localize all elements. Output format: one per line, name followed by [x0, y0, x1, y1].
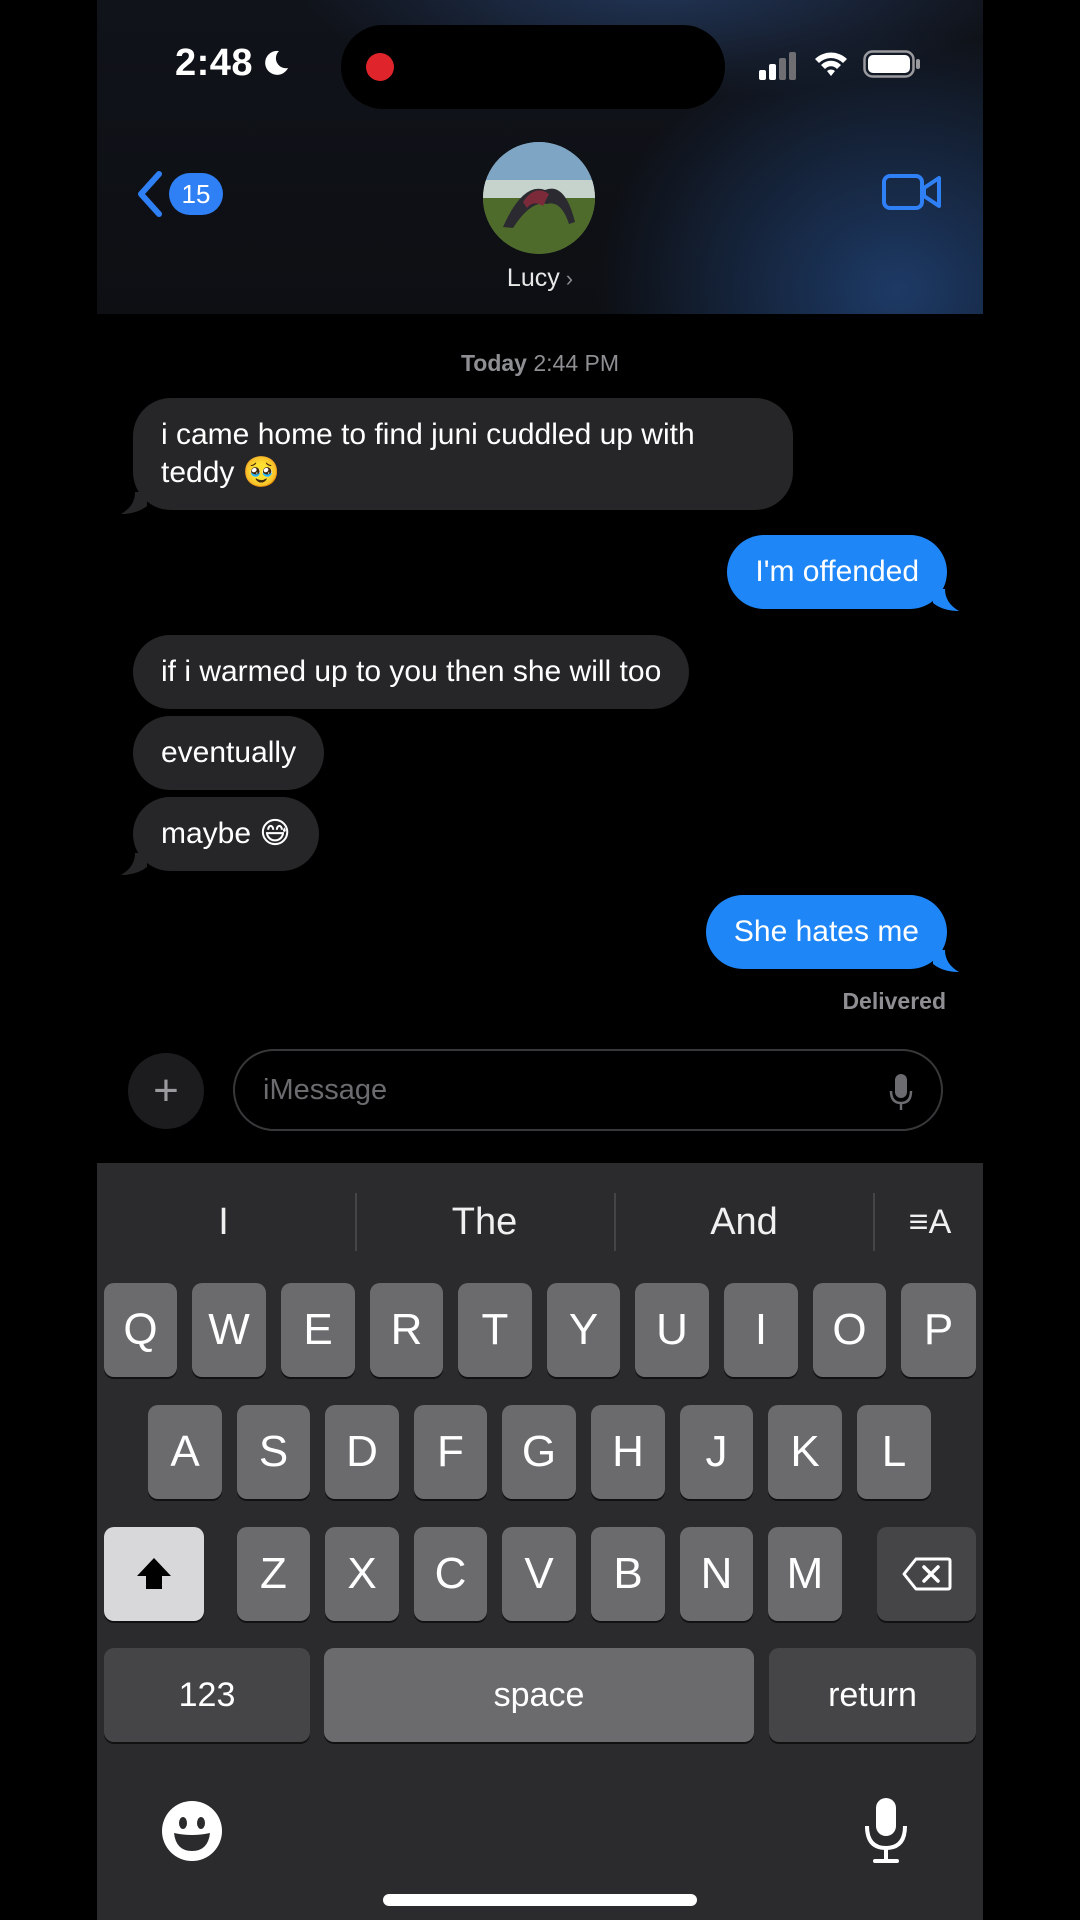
bubble-tail [933, 950, 959, 972]
timestamp-time: 2:44 PM [533, 350, 620, 376]
wifi-icon [815, 52, 847, 76]
key-e[interactable]: E [281, 1283, 355, 1377]
message-bubble-incoming[interactable]: maybe 😅 [133, 797, 319, 871]
contact-name-label: Lucy [506, 264, 560, 292]
delivery-status: Delivered [842, 988, 946, 1014]
text-format-icon[interactable]: ≡A [877, 1163, 983, 1281]
space-key[interactable]: space [324, 1648, 754, 1742]
key-j[interactable]: J [680, 1405, 753, 1499]
suggestion-divider [873, 1193, 875, 1251]
key-z[interactable]: Z [237, 1527, 310, 1621]
key-p[interactable]: P [901, 1283, 976, 1377]
message-bubble-incoming[interactable]: if i warmed up to you then she will too [133, 635, 690, 709]
key-k[interactable]: K [768, 1405, 842, 1499]
key-i[interactable]: I [724, 1283, 798, 1377]
key-t[interactable]: T [458, 1283, 532, 1377]
key-o[interactable]: O [813, 1283, 886, 1377]
unread-count-badge: 15 [169, 173, 223, 215]
video-camera-icon[interactable] [881, 170, 943, 214]
message-bubble-incoming[interactable]: eventually [133, 716, 325, 790]
key-a[interactable]: A [148, 1405, 222, 1499]
dynamic-island [341, 25, 725, 109]
conversation-header: 2:48 15 Lucy › [97, 0, 983, 314]
message-text: i came home to find juni cuddled up with… [161, 418, 695, 489]
key-w[interactable]: W [192, 1283, 266, 1377]
bubble-tail [121, 492, 147, 514]
message-text: I'm offended [755, 555, 919, 588]
key-m[interactable]: M [768, 1527, 842, 1621]
avatar-photo [483, 142, 595, 254]
key-f[interactable]: F [414, 1405, 487, 1499]
bubble-tail [121, 853, 147, 875]
microphone-icon[interactable] [889, 1073, 913, 1111]
key-y[interactable]: Y [547, 1283, 620, 1377]
suggestion-3[interactable]: And [616, 1163, 872, 1281]
apps-plus-button[interactable]: + [128, 1053, 204, 1129]
message-text: She hates me [733, 915, 919, 948]
input-placeholder: iMessage [263, 1073, 388, 1106]
message-text: if i warmed up to you then she will too [161, 655, 662, 688]
emoji-icon[interactable] [160, 1799, 224, 1863]
key-b[interactable]: B [591, 1527, 665, 1621]
message-timestamp: Today 2:44 PM [97, 350, 983, 377]
imessage-input[interactable]: iMessage [233, 1049, 943, 1131]
key-d[interactable]: D [325, 1405, 399, 1499]
chevron-right-icon: › [565, 266, 574, 291]
shift-arrow-icon [137, 1558, 171, 1589]
key-q[interactable]: Q [104, 1283, 177, 1377]
chevron-left-icon [138, 171, 162, 217]
key-x[interactable]: X [325, 1527, 399, 1621]
cellular-signal-icon [759, 52, 796, 80]
key-h[interactable]: H [591, 1405, 665, 1499]
shift-key[interactable] [104, 1527, 204, 1621]
bubble-tail [933, 589, 959, 611]
key-c[interactable]: C [414, 1527, 487, 1621]
message-text: maybe 😅 [161, 817, 291, 850]
back-button[interactable]: 15 [133, 166, 223, 222]
key-g[interactable]: G [502, 1405, 576, 1499]
battery-icon [863, 50, 920, 78]
recording-dot-icon [366, 53, 394, 81]
message-text: eventually [161, 736, 297, 769]
home-indicator[interactable] [383, 1894, 697, 1906]
message-bubble-outgoing[interactable]: I'm offended [727, 535, 947, 609]
phone-screen: 2:48 15 Lucy › Today 2:44 PM i came home… [97, 0, 983, 1920]
keyboard: I The And ≡A Q W E R T Y U I O P A S D F… [97, 1163, 983, 1920]
backspace-icon [902, 1557, 951, 1591]
message-bubble-outgoing[interactable]: She hates me [705, 895, 947, 969]
key-n[interactable]: N [680, 1527, 753, 1621]
dictation-microphone-icon[interactable] [863, 1796, 909, 1866]
plus-icon: + [153, 1066, 179, 1115]
key-l[interactable]: L [857, 1405, 931, 1499]
timestamp-day: Today [460, 350, 527, 376]
numbers-key[interactable]: 123 [104, 1648, 310, 1742]
suggestion-2[interactable]: The [357, 1163, 612, 1281]
backspace-key[interactable] [877, 1527, 976, 1621]
key-v[interactable]: V [502, 1527, 576, 1621]
contact-avatar[interactable] [483, 142, 595, 254]
contact-name[interactable]: Lucy › [97, 264, 983, 293]
message-bubble-incoming[interactable]: i came home to find juni cuddled up with… [133, 398, 793, 510]
key-u[interactable]: U [635, 1283, 709, 1377]
suggestion-1[interactable]: I [97, 1163, 350, 1281]
moon-icon [265, 50, 288, 75]
return-key[interactable]: return [769, 1648, 976, 1742]
key-r[interactable]: R [370, 1283, 443, 1377]
key-s[interactable]: S [237, 1405, 310, 1499]
status-time: 2:48 [175, 42, 254, 84]
